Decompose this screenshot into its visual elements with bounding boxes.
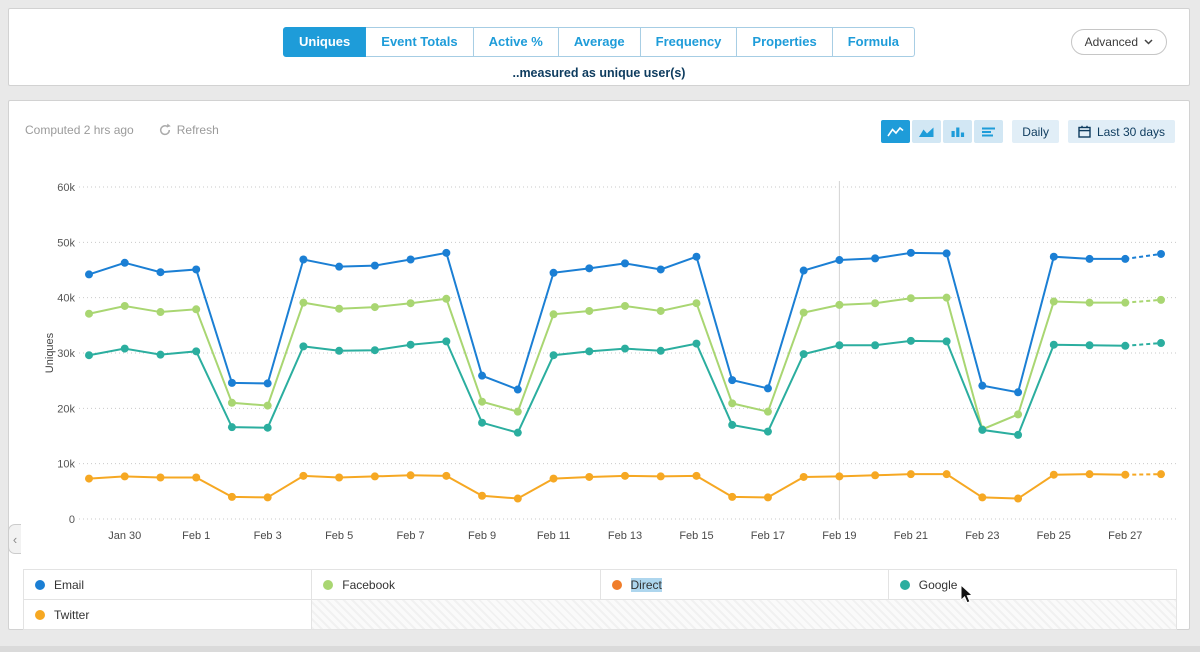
- svg-text:Feb 9: Feb 9: [468, 530, 496, 542]
- svg-text:50k: 50k: [57, 237, 75, 249]
- svg-text:30k: 30k: [57, 348, 75, 360]
- svg-text:Feb 13: Feb 13: [608, 530, 642, 542]
- bar-chart-icon: [950, 126, 966, 138]
- window-bottom-edge: [0, 646, 1200, 652]
- svg-text:Feb 21: Feb 21: [894, 530, 928, 542]
- line-chart-icon: [887, 126, 904, 138]
- area-chart-icon: [918, 126, 935, 138]
- line-chart-button[interactable]: [881, 120, 910, 143]
- svg-text:60k: 60k: [57, 182, 75, 194]
- svg-text:Feb 23: Feb 23: [965, 530, 999, 542]
- legend-label-facebook: Facebook: [342, 578, 395, 592]
- tab-uniques[interactable]: Uniques: [283, 27, 366, 57]
- tab-active-pct[interactable]: Active %: [474, 27, 559, 57]
- svg-text:Jan 30: Jan 30: [108, 530, 141, 542]
- metric-subtitle: ..measured as unique user(s): [9, 66, 1189, 80]
- svg-text:Uniques: Uniques: [44, 332, 56, 373]
- google-series-dot: [900, 580, 910, 590]
- series-legend: Email Facebook Direct Google Twitter: [23, 569, 1177, 630]
- legend-label-google: Google: [919, 578, 958, 592]
- line-chart[interactable]: 0 10k 20k 30k 40k 50k 60k Jan 30 Feb 1 Feb 3 Feb 5…: [19, 163, 1183, 551]
- tab-formula[interactable]: Formula: [833, 27, 915, 57]
- legend-item-twitter[interactable]: Twitter: [24, 600, 312, 630]
- legend-label-twitter: Twitter: [54, 608, 89, 622]
- email-series-dot: [35, 580, 45, 590]
- refresh-button[interactable]: Refresh: [158, 123, 219, 137]
- bar-chart-button[interactable]: [943, 120, 972, 143]
- legend-item-email[interactable]: Email: [24, 570, 312, 600]
- tab-frequency[interactable]: Frequency: [641, 27, 738, 57]
- date-range-button[interactable]: Last 30 days: [1068, 120, 1175, 143]
- svg-text:0: 0: [69, 514, 75, 526]
- daily-interval-button[interactable]: Daily: [1012, 120, 1059, 143]
- area-chart-button[interactable]: [912, 120, 941, 143]
- chart-type-switcher: [881, 120, 1003, 143]
- date-range-label: Last 30 days: [1097, 125, 1165, 139]
- advanced-button[interactable]: Advanced: [1071, 29, 1167, 55]
- legend-empty-area: [312, 600, 1177, 630]
- svg-text:Feb 3: Feb 3: [254, 530, 282, 542]
- direct-series-dot: [612, 580, 622, 590]
- tab-event-totals[interactable]: Event Totals: [366, 27, 473, 57]
- metric-toolbar-panel: Uniques Event Totals Active % Average Fr…: [8, 8, 1190, 86]
- svg-text:40k: 40k: [57, 293, 75, 305]
- tab-average[interactable]: Average: [559, 27, 641, 57]
- svg-text:Feb 7: Feb 7: [397, 530, 425, 542]
- legend-label-email: Email: [54, 578, 84, 592]
- svg-text:Feb 27: Feb 27: [1108, 530, 1142, 542]
- chart-controls: Daily Last 30 days: [881, 120, 1175, 143]
- twitter-series-dot: [35, 610, 45, 620]
- svg-text:Feb 1: Feb 1: [182, 530, 210, 542]
- computed-timestamp: Computed 2 hrs ago: [25, 123, 134, 137]
- legend-item-direct[interactable]: Direct: [601, 570, 889, 600]
- legend-item-google[interactable]: Google: [889, 570, 1177, 600]
- refresh-icon: [158, 123, 172, 137]
- svg-text:Feb 11: Feb 11: [537, 530, 570, 542]
- svg-text:Feb 19: Feb 19: [822, 530, 856, 542]
- tab-properties[interactable]: Properties: [737, 27, 832, 57]
- legend-item-facebook[interactable]: Facebook: [312, 570, 600, 600]
- svg-text:Feb 5: Feb 5: [325, 530, 353, 542]
- horizontal-bar-chart-icon: [981, 126, 996, 138]
- horizontal-bar-chart-button[interactable]: [974, 120, 1003, 143]
- collapse-panel-handle[interactable]: ‹: [8, 524, 21, 554]
- metric-tabs: Uniques Event Totals Active % Average Fr…: [283, 27, 915, 57]
- facebook-series-dot: [323, 580, 333, 590]
- advanced-label: Advanced: [1085, 35, 1138, 49]
- svg-text:10k: 10k: [57, 459, 75, 471]
- refresh-label: Refresh: [177, 123, 219, 137]
- svg-text:Feb 15: Feb 15: [679, 530, 713, 542]
- chevron-down-icon: [1144, 39, 1153, 45]
- svg-text:20k: 20k: [57, 403, 75, 415]
- svg-text:Feb 17: Feb 17: [751, 530, 785, 542]
- chart-panel: Computed 2 hrs ago Refresh: [8, 100, 1190, 630]
- svg-text:Feb 25: Feb 25: [1037, 530, 1071, 542]
- legend-label-direct: Direct: [631, 578, 662, 592]
- calendar-icon: [1078, 125, 1091, 138]
